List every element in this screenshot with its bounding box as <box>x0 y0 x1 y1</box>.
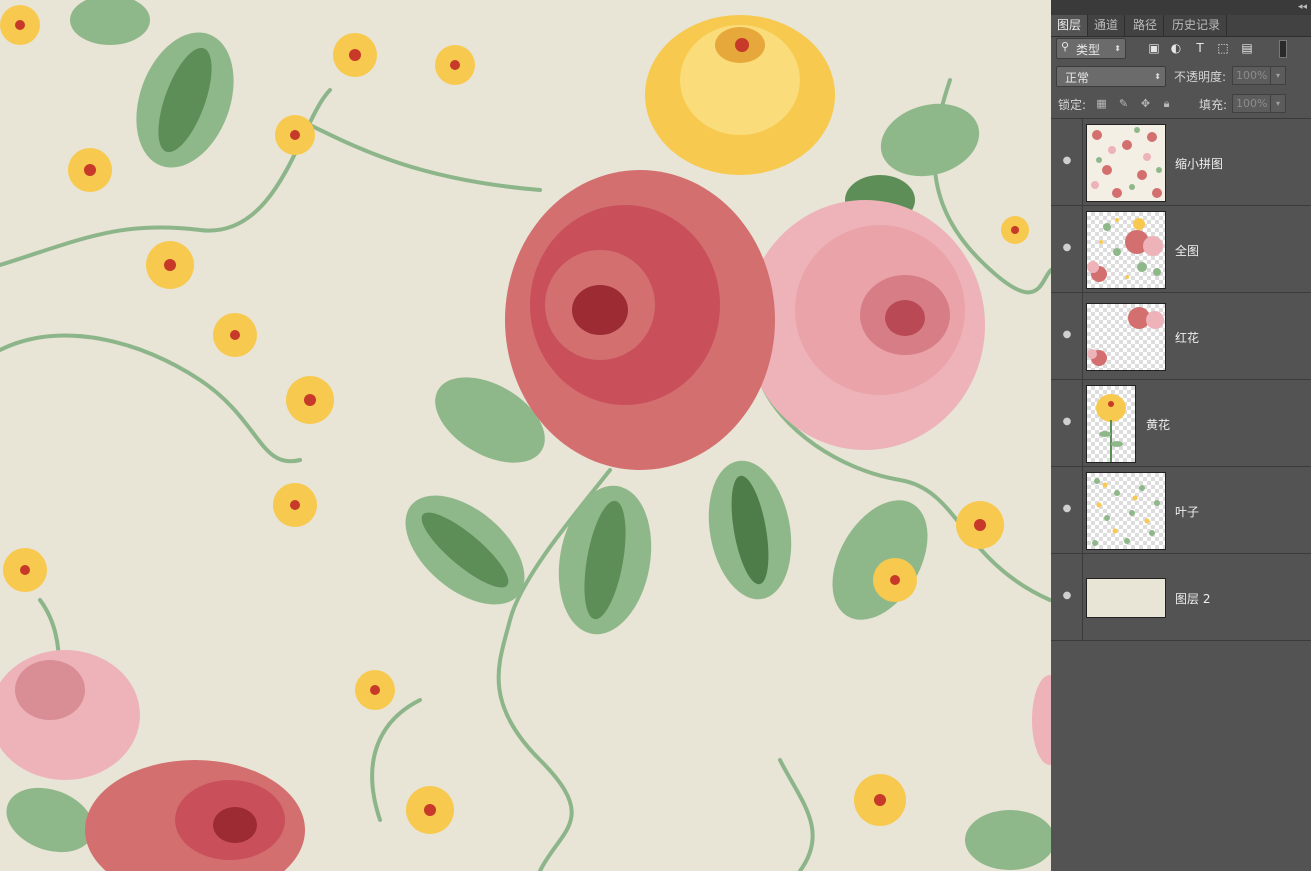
lock-label: 锁定: <box>1058 98 1087 112</box>
vine <box>0 333 302 464</box>
leaves-thumbnail <box>1092 478 1160 546</box>
tab-paths[interactable]: 路径 <box>1127 15 1165 36</box>
visibility-toggle[interactable]: ● <box>1051 380 1083 466</box>
opacity-field[interactable]: 100% <box>1232 66 1273 85</box>
eye-icon[interactable]: ● <box>1061 504 1073 514</box>
layer-row[interactable]: ● 叶子 <box>1051 467 1311 554</box>
filter-kind-label: 类型 <box>1076 43 1101 57</box>
opacity-label: 不透明度: <box>1174 70 1227 84</box>
layer-name[interactable]: 缩小拼图 <box>1175 155 1223 172</box>
tab-layers[interactable]: 图层 <box>1051 15 1089 36</box>
yellow-rose <box>645 15 835 175</box>
layer-name[interactable]: 全图 <box>1175 242 1199 259</box>
chevron-updown-icon: ⬍ <box>1114 44 1121 53</box>
smart-object-filter-icon[interactable]: ▤ <box>1240 41 1254 55</box>
opacity-slider-icon[interactable]: ▾ <box>1270 66 1286 85</box>
shape-filter-icon[interactable]: ⬚ <box>1216 41 1230 55</box>
yellow-flower-thumbnail <box>1096 394 1126 462</box>
blend-row: 正常 ⬍ 不透明度: 100% ▾ <box>1051 62 1311 90</box>
eye-icon[interactable]: ● <box>1061 330 1073 340</box>
layer-name[interactable]: 叶子 <box>1175 503 1199 520</box>
visibility-toggle[interactable]: ● <box>1051 206 1083 292</box>
fill-slider-icon[interactable]: ▾ <box>1270 94 1286 113</box>
layer-thumbnail <box>1086 303 1166 371</box>
vine <box>778 758 815 871</box>
lock-position-icon[interactable]: ✥ <box>1139 97 1152 110</box>
adjustment-filter-icon[interactable]: ◐ <box>1169 41 1183 55</box>
red-rose <box>505 170 775 470</box>
visibility-toggle[interactable]: ● <box>1051 293 1083 379</box>
layer-name[interactable]: 图层 2 <box>1175 590 1210 607</box>
lock-all-icon[interactable]: 🔒︎ <box>1160 97 1173 110</box>
layer-thumbnail <box>1086 385 1136 463</box>
visibility-toggle[interactable]: ● <box>1051 119 1083 205</box>
image-filter-icon[interactable]: ▣ <box>1147 41 1161 55</box>
filter-kind-select[interactable]: ⚲ 类型 ⬍ <box>1056 38 1126 59</box>
red-flowers-thumbnail <box>1087 307 1164 366</box>
eye-icon[interactable]: ● <box>1061 591 1073 601</box>
lock-row: 锁定: ▦ ✎ ✥ 🔒︎ 填充: 100% ▾ <box>1051 90 1311 119</box>
layer-name[interactable]: 黄花 <box>1146 416 1170 433</box>
layer-row[interactable]: ● 缩小拼图 <box>1051 119 1311 206</box>
panel-collapse-bar[interactable]: ◂◂ <box>1051 0 1311 15</box>
pattern-full-thumbnail <box>1087 218 1163 282</box>
document-canvas[interactable] <box>0 0 1051 871</box>
layer-row[interactable]: ● 全图 <box>1051 206 1311 293</box>
blend-mode-label: 正常 <box>1065 71 1090 85</box>
visibility-toggle[interactable]: ● <box>1051 554 1083 640</box>
eye-icon[interactable]: ● <box>1061 156 1073 166</box>
lock-transparent-icon[interactable]: ▦ <box>1095 97 1108 110</box>
layer-row[interactable]: ● 黄花 <box>1051 380 1311 467</box>
panel-tabs: 图层 通道 路径 历史记录 <box>1051 15 1311 37</box>
layer-row[interactable]: ● 红花 <box>1051 293 1311 380</box>
layers-panel: ◂◂ 图层 通道 路径 历史记录 ⚲ 类型 ⬍ ▣ ◐ T ⬚ ▤ 正常 ⬍ 不… <box>1051 0 1311 871</box>
chevron-updown-icon: ⬍ <box>1154 72 1161 81</box>
eye-icon[interactable]: ● <box>1061 243 1073 253</box>
layer-thumbnail <box>1086 211 1166 289</box>
filter-row: ⚲ 类型 ⬍ ▣ ◐ T ⬚ ▤ <box>1051 36 1311 62</box>
vine <box>298 118 542 192</box>
layer-name[interactable]: 红花 <box>1175 329 1199 346</box>
type-filter-icon[interactable]: T <box>1193 41 1207 55</box>
eye-icon[interactable]: ● <box>1061 417 1073 427</box>
pink-rose-edge <box>1032 675 1051 765</box>
pattern-small-thumbnail <box>1091 127 1162 198</box>
layer-list: ● 缩小拼图 ● 全图 ● 红花 ● 黄花 ● 叶子 ● 图层 2 <box>1051 119 1311 641</box>
visibility-toggle[interactable]: ● <box>1051 467 1083 553</box>
layer-thumbnail <box>1086 124 1166 202</box>
search-icon: ⚲ <box>1061 40 1070 53</box>
lock-image-icon[interactable]: ✎ <box>1117 97 1130 110</box>
fill-field[interactable]: 100% <box>1232 94 1273 113</box>
layer-row[interactable]: ● 图层 2 <box>1051 554 1311 641</box>
filter-toggle-icon[interactable] <box>1279 40 1287 58</box>
tab-history[interactable]: 历史记录 <box>1166 15 1228 36</box>
tab-channels[interactable]: 通道 <box>1088 15 1126 36</box>
fill-label: 填充: <box>1199 98 1228 112</box>
blend-mode-select[interactable]: 正常 ⬍ <box>1056 66 1166 87</box>
collapse-arrows-icon[interactable]: ◂◂ <box>1298 0 1307 15</box>
pink-rose <box>745 200 985 450</box>
floral-artwork <box>0 0 1051 871</box>
layer-thumbnail <box>1086 472 1166 550</box>
layer-thumbnail <box>1086 578 1166 618</box>
